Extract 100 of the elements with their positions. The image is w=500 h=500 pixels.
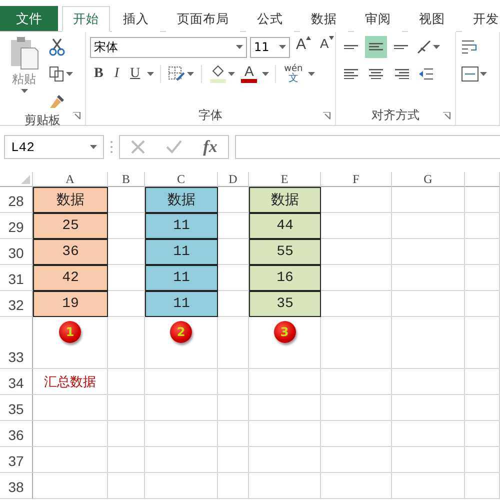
column-header[interactable]: G — [392, 172, 465, 187]
row-header[interactable]: 37 — [0, 447, 33, 473]
table-cell — [218, 369, 249, 395]
paint-bucket-icon — [209, 65, 228, 83]
align-right-icon — [393, 68, 409, 80]
dialog-launcher-icon[interactable] — [323, 112, 331, 120]
group-label: 剪贴板 — [24, 112, 60, 129]
table-cell: 数据 — [145, 187, 218, 213]
number-badge: 1 — [59, 321, 81, 343]
cell-text: 汇总数据 — [44, 374, 96, 390]
group-label: 字体 — [198, 107, 222, 124]
table-cell — [465, 265, 500, 291]
table-cell: 数据 — [33, 187, 108, 213]
table-cell: 55 — [249, 239, 321, 265]
ribbon-tab[interactable]: 开始 — [62, 6, 110, 32]
outdent-icon — [418, 67, 434, 81]
name-box[interactable]: L42 — [4, 135, 104, 159]
caret-icon — [308, 72, 315, 76]
row-header[interactable]: 34 — [0, 369, 33, 395]
table-cell — [465, 213, 500, 239]
dialog-launcher-icon[interactable] — [73, 112, 81, 120]
font-color-button[interactable]: A — [239, 63, 260, 85]
row-header[interactable]: 35 — [0, 395, 33, 421]
merge-cells-icon — [461, 66, 479, 82]
wrap-text-icon — [461, 39, 479, 55]
shrink-font-button[interactable]: A — [317, 36, 337, 58]
table-cell: 11 — [145, 265, 218, 291]
format-button[interactable]: B — [90, 63, 108, 85]
format-button[interactable]: I — [110, 63, 124, 85]
table-cell — [218, 395, 249, 421]
table-cell: 36 — [33, 239, 108, 265]
row-header[interactable]: 36 — [0, 421, 33, 447]
grip-icon — [110, 140, 113, 154]
column-header[interactable]: F — [321, 172, 392, 187]
align-top-icon — [343, 44, 359, 50]
grow-font-button[interactable]: A — [293, 36, 314, 58]
table-cell — [108, 395, 145, 421]
phonetic-button[interactable]: wén 文 — [282, 65, 305, 83]
table-cell — [321, 395, 392, 421]
caret-icon — [90, 145, 97, 149]
table-cell — [465, 291, 500, 317]
file-tab[interactable]: 文件 — [0, 6, 58, 31]
table-cell: 19 — [33, 291, 108, 317]
caret-icon — [480, 72, 487, 76]
column-header[interactable]: B — [108, 172, 145, 187]
table-cell: 42 — [33, 265, 108, 291]
table-cell: 11 — [145, 239, 218, 265]
angled-text-icon — [416, 39, 432, 55]
copy-icon — [49, 66, 65, 82]
align-bottom-icon — [393, 44, 409, 50]
cut-button[interactable] — [48, 36, 66, 58]
row-header[interactable]: 38 — [0, 473, 33, 499]
paste-button[interactable]: 粘贴 — [4, 36, 44, 112]
table-cell — [321, 291, 392, 317]
number-badge: 3 — [274, 321, 296, 343]
caret-icon — [228, 72, 236, 76]
font-name-dropdown[interactable]: 宋体 — [90, 36, 247, 58]
fill-color-button[interactable] — [208, 63, 236, 85]
brush-icon — [49, 93, 67, 109]
table-cell — [465, 395, 500, 421]
table-cell — [465, 369, 500, 395]
table-cell — [249, 447, 321, 473]
table-cell: 44 — [249, 213, 321, 239]
table-cell: 25 — [33, 213, 108, 239]
column-header[interactable]: D — [218, 172, 249, 187]
check-icon[interactable] — [166, 140, 182, 154]
number-badge: 2 — [170, 321, 192, 343]
border-icon — [168, 66, 186, 82]
table-cell — [249, 395, 321, 421]
group-label: 对齐方式 — [372, 107, 420, 124]
formula-input[interactable] — [235, 135, 500, 159]
align-left-icon — [343, 68, 359, 80]
table-cell — [321, 239, 392, 265]
table-cell — [465, 473, 500, 499]
table-cell — [321, 213, 392, 239]
format-button[interactable]: U — [126, 63, 144, 85]
table-cell — [108, 473, 145, 499]
table-cell: 数据 — [249, 187, 321, 213]
insert-function-button[interactable]: fx — [203, 137, 218, 157]
caret-icon — [433, 45, 440, 49]
row-header[interactable]: 33 — [0, 317, 33, 369]
caret-icon — [20, 89, 28, 93]
dialog-launcher-icon[interactable] — [443, 112, 451, 120]
font-size-dropdown[interactable]: 11 — [250, 36, 290, 58]
table-cell — [321, 187, 392, 213]
table-cell — [465, 447, 500, 473]
align-center-icon — [368, 68, 384, 80]
table-cell — [321, 447, 392, 473]
caret-icon — [236, 45, 243, 49]
middle-align-button[interactable] — [365, 36, 387, 58]
table-cell — [465, 421, 500, 447]
table-cell — [108, 421, 145, 447]
table-cell: 11 — [145, 213, 218, 239]
scissors-icon — [49, 38, 65, 56]
align-middle-icon — [368, 43, 384, 51]
table-cell — [218, 473, 249, 499]
table-cell — [465, 317, 500, 369]
table-cell: 35 — [249, 291, 321, 317]
caret-icon — [66, 72, 73, 76]
caret-icon — [279, 45, 286, 49]
